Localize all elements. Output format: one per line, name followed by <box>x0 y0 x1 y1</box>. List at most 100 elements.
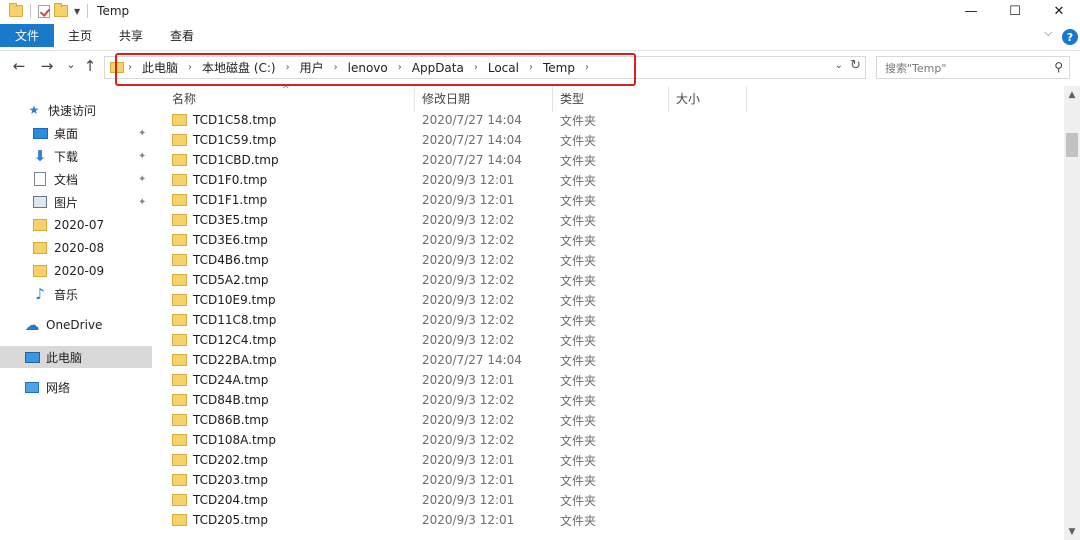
table-row[interactable]: TCD5A2.tmp 2020/9/3 12:02 文件夹 <box>164 270 1062 290</box>
column-name[interactable]: 名称 <box>172 86 196 110</box>
sidebar-item-network[interactable]: 网络 <box>0 376 152 398</box>
table-row[interactable]: TCD1F1.tmp 2020/9/3 12:01 文件夹 <box>164 190 1062 210</box>
scroll-up-icon[interactable]: ▲ <box>1064 86 1080 103</box>
network-icon <box>24 379 40 395</box>
table-row[interactable]: TCD10E9.tmp 2020/9/3 12:02 文件夹 <box>164 290 1062 310</box>
table-row[interactable]: TCD204.tmp 2020/9/3 12:01 文件夹 <box>164 490 1062 510</box>
sidebar-item-2020-09[interactable]: 2020-09 <box>0 260 152 282</box>
breadcrumb-separator[interactable]: › <box>188 62 192 73</box>
folder-icon <box>172 514 187 526</box>
file-list: 名称 ^ 修改日期 类型 大小 TCD1C58.tmp 2020/7/27 14… <box>164 85 1062 540</box>
table-row[interactable]: TCD3E5.tmp 2020/9/3 12:02 文件夹 <box>164 210 1062 230</box>
table-row[interactable]: TCD1C58.tmp 2020/7/27 14:04 文件夹 <box>164 110 1062 130</box>
sidebar-item-music[interactable]: ♪ 音乐 <box>0 283 152 305</box>
breadcrumb-temp[interactable]: Temp <box>543 61 575 75</box>
sidebar-item-onedrive[interactable]: ☁ OneDrive <box>0 314 152 336</box>
column-divider[interactable] <box>552 86 553 112</box>
breadcrumb-separator[interactable]: › <box>334 62 338 73</box>
vertical-scrollbar[interactable]: ▲ ▼ <box>1064 86 1080 540</box>
customize-toolbar-icon[interactable]: ▼ <box>74 7 80 16</box>
file-date: 2020/9/3 12:01 <box>422 493 515 507</box>
breadcrumb-separator[interactable]: › <box>474 62 478 73</box>
column-size[interactable]: 大小 <box>676 86 700 110</box>
address-bar[interactable]: › 此电脑 › 本地磁盘 (C:) › 用户 › lenovo › AppDat… <box>104 56 866 79</box>
breadcrumb-local[interactable]: Local <box>488 61 519 75</box>
scrollbar-thumb[interactable] <box>1066 133 1078 157</box>
table-row[interactable]: TCD84B.tmp 2020/9/3 12:02 文件夹 <box>164 390 1062 410</box>
table-row[interactable]: TCD86B.tmp 2020/9/3 12:02 文件夹 <box>164 410 1062 430</box>
file-type: 文件夹 <box>560 413 597 428</box>
tab-share[interactable]: 共享 <box>119 24 143 47</box>
up-button[interactable]: ↑ <box>80 57 100 75</box>
breadcrumb-separator[interactable]: › <box>529 62 533 73</box>
refresh-icon[interactable]: ↻ <box>850 58 861 73</box>
breadcrumb-users[interactable]: 用户 <box>300 59 324 76</box>
file-type: 文件夹 <box>560 173 597 188</box>
table-row[interactable]: TCD202.tmp 2020/9/3 12:01 文件夹 <box>164 450 1062 470</box>
sidebar-item-quick-access[interactable]: ★ 快速访问 <box>0 99 152 121</box>
file-name: TCD11C8.tmp <box>172 310 276 330</box>
breadcrumb-appdata[interactable]: AppData <box>412 61 464 75</box>
breadcrumb-separator[interactable]: › <box>585 62 589 73</box>
breadcrumb-separator[interactable]: › <box>286 62 290 73</box>
column-divider[interactable] <box>414 86 415 112</box>
file-date: 2020/9/3 12:02 <box>422 393 515 407</box>
tab-home[interactable]: 主页 <box>68 24 92 47</box>
sidebar-item-2020-08[interactable]: 2020-08 <box>0 237 152 259</box>
sidebar-item-label: 快速访问 <box>48 103 97 118</box>
column-date[interactable]: 修改日期 <box>422 86 470 110</box>
table-row[interactable]: TCD203.tmp 2020/9/3 12:01 文件夹 <box>164 470 1062 490</box>
table-row[interactable]: TCD22BA.tmp 2020/7/27 14:04 文件夹 <box>164 350 1062 370</box>
sidebar-item-documents[interactable]: 文档 ✦ <box>0 168 152 190</box>
scroll-down-icon[interactable]: ▼ <box>1064 523 1080 540</box>
help-icon[interactable]: ? <box>1062 29 1078 45</box>
file-name: TCD22BA.tmp <box>172 350 277 370</box>
table-row[interactable]: TCD108A.tmp 2020/9/3 12:02 文件夹 <box>164 430 1062 450</box>
table-row[interactable]: TCD1F0.tmp 2020/9/3 12:01 文件夹 <box>164 170 1062 190</box>
folder-icon <box>172 454 187 466</box>
file-name: TCD205.tmp <box>172 510 268 530</box>
tab-view[interactable]: 查看 <box>170 24 194 47</box>
table-row[interactable]: TCD11C8.tmp 2020/9/3 12:02 文件夹 <box>164 310 1062 330</box>
table-row[interactable]: TCD12C4.tmp 2020/9/3 12:02 文件夹 <box>164 330 1062 350</box>
tab-file[interactable]: 文件 <box>0 24 54 47</box>
sidebar-item-2020-07[interactable]: 2020-07 <box>0 214 152 236</box>
sidebar-item-downloads[interactable]: ⬇ 下载 ✦ <box>0 145 152 167</box>
back-button[interactable]: ← <box>9 57 29 75</box>
recent-locations-button[interactable]: ⌄ <box>61 58 81 71</box>
star-icon: ★ <box>28 103 40 117</box>
close-button[interactable]: ✕ <box>1036 0 1080 22</box>
sidebar-item-label: 音乐 <box>54 287 79 302</box>
table-row[interactable]: TCD1C59.tmp 2020/7/27 14:04 文件夹 <box>164 130 1062 150</box>
sidebar-item-desktop[interactable]: 桌面 ✦ <box>0 122 152 144</box>
table-row[interactable]: TCD3E6.tmp 2020/9/3 12:02 文件夹 <box>164 230 1062 250</box>
breadcrumb-separator[interactable]: › <box>398 62 402 73</box>
table-row[interactable]: TCD1CBD.tmp 2020/7/27 14:04 文件夹 <box>164 150 1062 170</box>
breadcrumb-local-disk[interactable]: 本地磁盘 (C:) <box>202 59 276 76</box>
breadcrumb-lenovo[interactable]: lenovo <box>348 61 388 75</box>
table-row[interactable]: TCD4B6.tmp 2020/9/3 12:02 文件夹 <box>164 250 1062 270</box>
minimize-button[interactable]: — <box>948 0 994 22</box>
table-row[interactable]: TCD205.tmp 2020/9/3 12:01 文件夹 <box>164 510 1062 530</box>
folder-icon <box>172 234 187 246</box>
folder-icon <box>172 334 187 346</box>
sidebar-item-this-pc[interactable]: 此电脑 <box>0 346 152 368</box>
sidebar-item-label: 下载 <box>54 149 79 164</box>
address-dropdown-icon[interactable]: ⌄ <box>835 60 843 71</box>
column-divider[interactable] <box>668 86 669 112</box>
search-input[interactable]: 搜索"Temp" ⚲ <box>876 56 1070 79</box>
breadcrumb-this-pc[interactable]: 此电脑 <box>142 59 178 76</box>
breadcrumb-separator[interactable]: › <box>128 62 132 73</box>
search-icon[interactable]: ⚲ <box>1054 60 1063 74</box>
column-type[interactable]: 类型 <box>560 86 584 110</box>
maximize-button[interactable]: ☐ <box>992 0 1038 22</box>
table-row[interactable]: TCD24A.tmp 2020/9/3 12:01 文件夹 <box>164 370 1062 390</box>
expand-ribbon-icon[interactable]: ⌵ <box>1044 26 1052 40</box>
properties-icon[interactable] <box>38 4 50 18</box>
folder-icon <box>172 474 187 486</box>
new-folder-icon[interactable] <box>54 3 68 17</box>
forward-button[interactable]: → <box>37 57 57 75</box>
column-divider[interactable] <box>746 86 747 112</box>
sidebar-item-pictures[interactable]: 图片 ✦ <box>0 191 152 213</box>
document-icon <box>32 171 48 187</box>
